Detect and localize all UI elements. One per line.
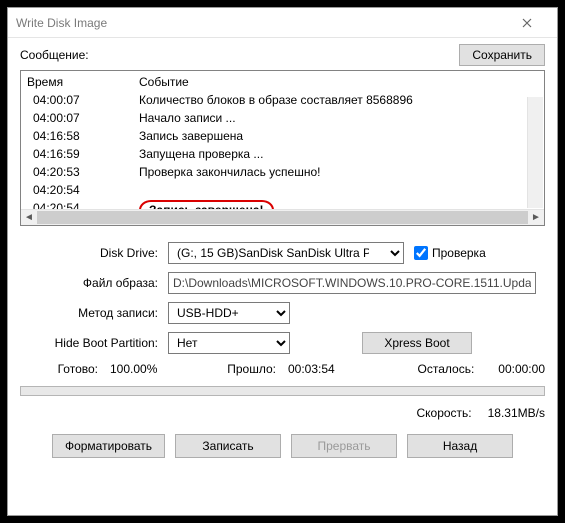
log-row: 04:16:58Запись завершена (27, 127, 538, 145)
ready-label: Готово: (20, 362, 110, 376)
log-row: 04:16:59Запущена проверка ... (27, 145, 538, 163)
verify-checkbox-text: Проверка (432, 246, 486, 260)
log-time: 04:20:54 (27, 199, 139, 209)
log-row: 04:20:53Проверка закончилась успешно! (27, 163, 538, 181)
write-method-label: Метод записи: (20, 306, 168, 320)
log-row: 04:20:54 (27, 181, 538, 199)
xpress-boot-button[interactable]: Xpress Boot (362, 332, 472, 354)
log-time: 04:16:59 (27, 145, 139, 163)
hide-boot-label: Hide Boot Partition: (20, 336, 168, 350)
write-method-select[interactable]: USB-HDD+ (168, 302, 290, 324)
save-button[interactable]: Сохранить (459, 44, 545, 66)
log-row: 04:20:54Запись завершена! (27, 199, 538, 209)
image-file-input[interactable] (168, 272, 536, 294)
log-row: 04:00:07Количество блоков в образе соста… (27, 91, 538, 109)
log-event: Проверка закончилась успешно! (139, 163, 538, 181)
log-time: 04:16:58 (27, 127, 139, 145)
log-row: 04:00:07Начало записи ... (27, 109, 538, 127)
message-label: Сообщение: (20, 48, 459, 62)
elapsed-value: 00:03:54 (288, 362, 335, 376)
log-time: 04:20:53 (27, 163, 139, 181)
hide-boot-select[interactable]: Нет (168, 332, 290, 354)
vertical-scrollbar[interactable] (527, 97, 543, 208)
format-button[interactable]: Форматировать (52, 434, 165, 458)
image-file-label: Файл образа: (20, 276, 168, 290)
disk-drive-select[interactable]: (G:, 15 GB)SanDisk SanDisk Ultra PMAP (168, 242, 404, 264)
log-panel: Время Событие 04:00:07Количество блоков … (20, 70, 545, 226)
log-column-time: Время (27, 75, 139, 89)
back-button[interactable]: Назад (407, 434, 513, 458)
remaining-value: 00:00:00 (486, 362, 545, 376)
verify-checkbox-label[interactable]: Проверка (414, 246, 486, 260)
close-icon (522, 18, 532, 28)
log-time: 04:20:54 (27, 181, 139, 199)
speed-label: Скорость: (416, 406, 471, 420)
log-event: Количество блоков в образе составляет 85… (139, 91, 538, 109)
abort-button[interactable]: Прервать (291, 434, 397, 458)
log-time: 04:00:07 (27, 91, 139, 109)
log-time: 04:00:07 (27, 109, 139, 127)
scroll-left-arrow-icon[interactable]: ◄ (21, 210, 37, 225)
scroll-thumb[interactable] (37, 211, 528, 224)
horizontal-scrollbar[interactable]: ◄ ► (21, 209, 544, 225)
close-button[interactable] (505, 8, 549, 37)
write-button[interactable]: Записать (175, 434, 281, 458)
elapsed-label: Прошло: (208, 362, 288, 376)
scroll-right-arrow-icon[interactable]: ► (528, 210, 544, 225)
verify-checkbox[interactable] (414, 246, 428, 260)
speed-value: 18.31MB/s (488, 406, 545, 420)
disk-drive-label: Disk Drive: (20, 246, 168, 260)
window-title: Write Disk Image (16, 16, 505, 30)
log-event (139, 181, 538, 199)
log-event: Запущена проверка ... (139, 145, 538, 163)
log-event: Начало записи ... (139, 109, 538, 127)
remaining-label: Осталось: (418, 362, 487, 376)
ready-value: 100.00% (110, 362, 157, 376)
log-event: Запись завершена (139, 127, 538, 145)
progress-bar (20, 386, 545, 396)
highlighted-event: Запись завершена! (139, 200, 274, 209)
log-column-event: Событие (139, 75, 538, 89)
titlebar: Write Disk Image (8, 8, 557, 38)
write-disk-image-window: Write Disk Image Сообщение: Сохранить Вр… (7, 7, 558, 516)
log-event: Запись завершена! (139, 199, 538, 209)
